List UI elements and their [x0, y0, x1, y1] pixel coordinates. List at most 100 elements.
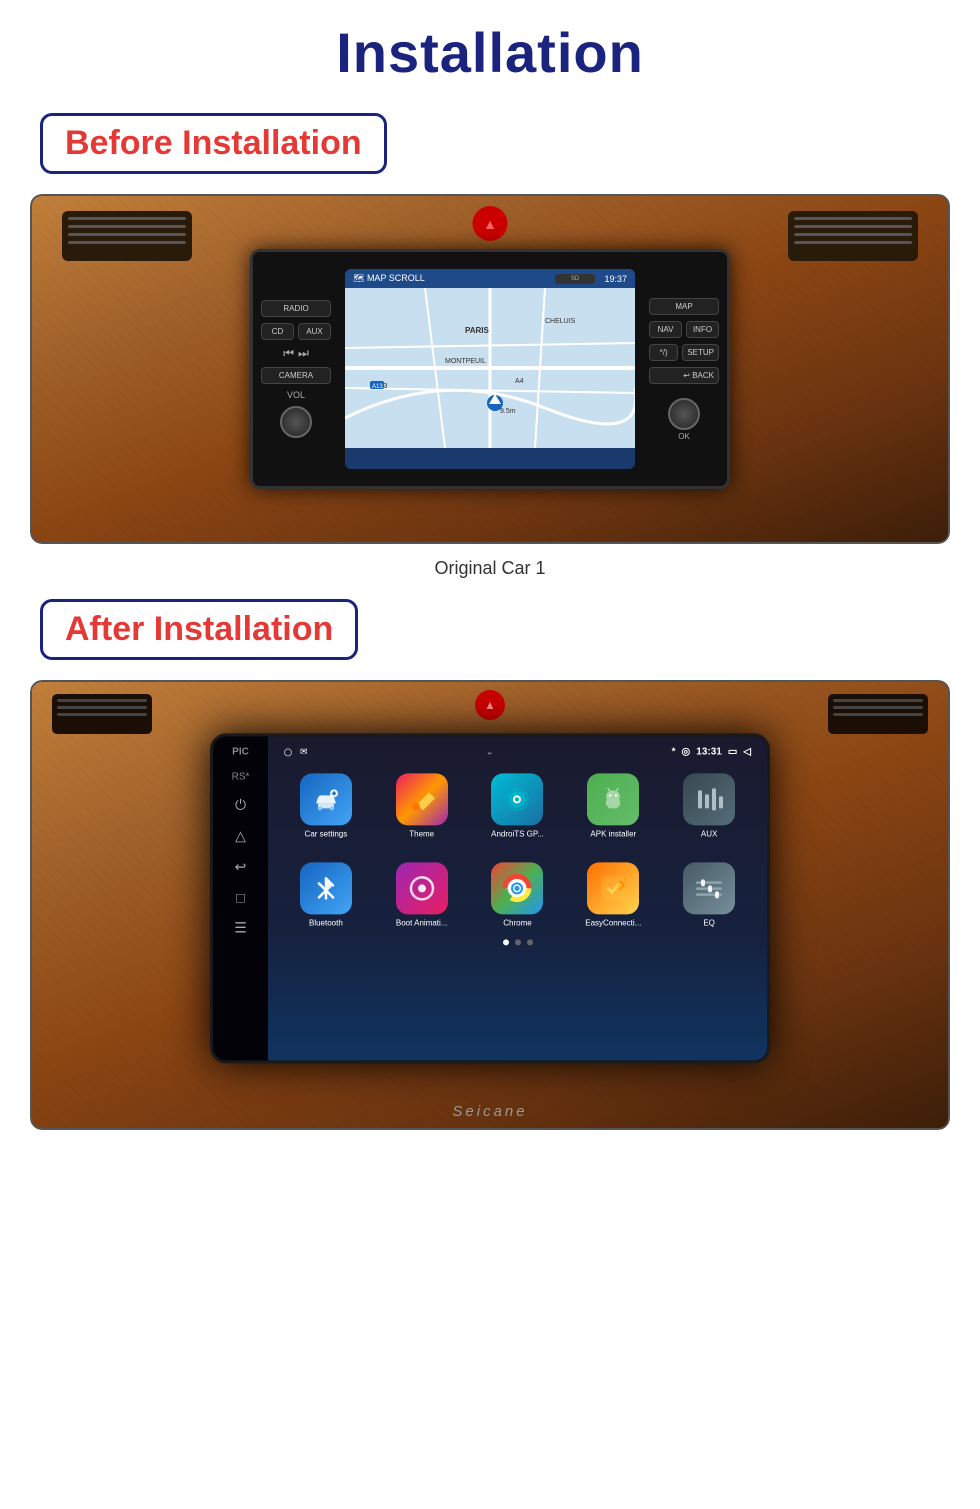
android-screen-content: ✉ ⌄ * ◎ 13:31 ▭ ◁ — [268, 736, 767, 1060]
before-car-display: ▲ RADIO CD AUX ⏮ ⏭ — [30, 194, 950, 544]
apk-icon — [598, 784, 628, 814]
app-icon-bluetooth — [300, 862, 352, 914]
seicane-logo: Seicane — [452, 1103, 527, 1120]
before-installation-image: ▲ RADIO CD AUX ⏮ ⏭ — [30, 194, 950, 544]
app-icon-aux — [683, 773, 735, 825]
app-boot-animation[interactable]: Boot Animati... — [378, 862, 466, 927]
android-status-bar: ✉ ⌄ * ◎ 13:31 ▭ ◁ — [274, 742, 761, 761]
dropdown-chevron: ⌄ — [486, 746, 494, 757]
app-chrome[interactable]: Chrome — [474, 862, 562, 927]
status-dot — [284, 748, 292, 756]
boot-icon — [407, 873, 437, 903]
vent-slat — [833, 706, 923, 709]
menu-side-icon[interactable]: ☰ — [234, 919, 247, 936]
app-apk[interactable]: APK installer — [569, 773, 657, 838]
sd-slot: SD — [555, 274, 595, 284]
easyconnect-icon — [598, 873, 628, 903]
setup-button[interactable]: SETUP — [682, 344, 719, 361]
side-panel: PIC RS* ⏻ △ ↩ □ ☰ — [213, 736, 268, 1060]
app-icon-theme — [396, 773, 448, 825]
app-androids[interactable]: AndroiTS GP... — [474, 773, 562, 838]
status-left: ✉ — [284, 746, 308, 757]
back-button[interactable]: ↩ BACK — [649, 367, 719, 384]
vent-after-right-slats — [828, 694, 928, 721]
vol-knob[interactable] — [280, 406, 312, 438]
status-time: 13:31 — [696, 746, 722, 757]
recent-side-icon[interactable]: □ — [236, 889, 244, 905]
before-car-interior: ▲ RADIO CD AUX ⏮ ⏭ — [32, 196, 948, 542]
power-side-icon[interactable]: ⏻ — [235, 796, 246, 813]
eq-icon — [694, 873, 724, 903]
app-icon-boot — [396, 862, 448, 914]
before-installation-label: Before Installation — [65, 124, 362, 162]
app-icon-car-settings — [300, 773, 352, 825]
after-installation-label: After Installation — [65, 610, 333, 648]
app-icon-apk — [587, 773, 639, 825]
app-aux[interactable]: AUX — [665, 773, 753, 838]
screen-time: 19:37 — [604, 274, 627, 284]
cd-button[interactable]: CD — [261, 323, 294, 340]
nav-button[interactable]: NAV — [649, 321, 682, 338]
app-icon-easyconnect — [587, 862, 639, 914]
svg-text:9.5m: 9.5m — [500, 408, 516, 415]
home-side-icon[interactable]: △ — [235, 827, 246, 844]
map-svg: PARIS CHELUIS MONTPEUIL A13 A4 A13 — [345, 288, 635, 448]
aux-button[interactable]: AUX — [298, 323, 331, 340]
original-car-caption: Original Car 1 — [30, 558, 950, 579]
vent-after-right — [828, 694, 928, 734]
vent-after-left-slats — [52, 694, 152, 721]
app-icon-eq — [683, 862, 735, 914]
app-easyconnect[interactable]: EasyConnecti... — [569, 862, 657, 927]
app-label-aux: AUX — [701, 829, 717, 838]
original-screen: 🗺 MAP SCROLL 19:37 SD — [345, 269, 635, 469]
hu-left-controls: RADIO CD AUX ⏮ ⏭ CAMERA VOL — [261, 300, 331, 438]
seicane-brand-bar: Seicane — [452, 1103, 527, 1120]
app-bluetooth[interactable]: Bluetooth — [282, 862, 370, 927]
after-car-interior: ▲ PIC RS* ⏻ △ ↩ □ ☰ — [32, 682, 948, 1128]
battery-icon: ▭ — [728, 746, 737, 757]
prev-button[interactable]: ⏮ — [283, 346, 294, 361]
map-button[interactable]: MAP — [649, 298, 719, 315]
app-grid-row1: Car settings — [274, 761, 761, 846]
app-icon-androids — [491, 773, 543, 825]
page-indicator — [274, 939, 761, 945]
vent-slat — [57, 706, 147, 709]
next-button[interactable]: ⏭ — [298, 346, 309, 361]
app-car-settings[interactable]: Car settings — [282, 773, 370, 838]
map-area: PARIS CHELUIS MONTPEUIL A13 A4 A13 — [345, 288, 635, 448]
svg-text:MONTPEUIL: MONTPEUIL — [445, 358, 486, 365]
app-eq[interactable]: EQ — [665, 862, 753, 927]
aux-icon — [694, 784, 724, 814]
radio-button[interactable]: RADIO — [261, 300, 331, 317]
back-arrow-status: ◁ — [743, 746, 751, 757]
page-container: Installation Before Installation — [0, 0, 980, 1509]
svg-text:CHELUIS: CHELUIS — [545, 318, 576, 325]
dot-1 — [503, 939, 509, 945]
back-side-icon[interactable]: ↩ — [235, 858, 247, 875]
android-head-unit: PIC RS* ⏻ △ ↩ □ ☰ ✉ — [210, 733, 770, 1063]
androids-icon — [502, 784, 532, 814]
app-label-car-settings: Car settings — [305, 829, 348, 838]
theme-icon — [407, 784, 437, 814]
vent-slat — [833, 713, 923, 716]
info-button[interactable]: INFO — [686, 321, 719, 338]
car-settings-icon — [310, 783, 342, 815]
status-icon-msg: ✉ — [300, 746, 308, 757]
dot-3 — [527, 939, 533, 945]
ok-knob[interactable] — [668, 398, 700, 430]
app-label-eq: EQ — [703, 918, 715, 927]
app-label-androids: AndroiTS GP... — [491, 829, 544, 838]
bluetooth-status: * — [672, 746, 676, 757]
app-grid-row2: Bluetooth — [274, 850, 761, 935]
hu-right-controls: MAP NAV INFO */) SETUP ↩ BACK — [649, 298, 719, 441]
location-status: ◎ — [682, 746, 691, 757]
vent-after-left — [52, 694, 152, 734]
hazard-button-after: ▲ — [475, 690, 505, 720]
star-button[interactable]: */) — [649, 344, 678, 361]
app-theme[interactable]: Theme — [378, 773, 466, 838]
vol-label: VOL — [261, 390, 331, 400]
pic-label: PIC — [232, 746, 249, 757]
camera-button[interactable]: CAMERA — [261, 367, 331, 384]
app-label-apk: APK installer — [590, 829, 636, 838]
map-scroll-label: 🗺 MAP SCROLL — [353, 273, 425, 284]
